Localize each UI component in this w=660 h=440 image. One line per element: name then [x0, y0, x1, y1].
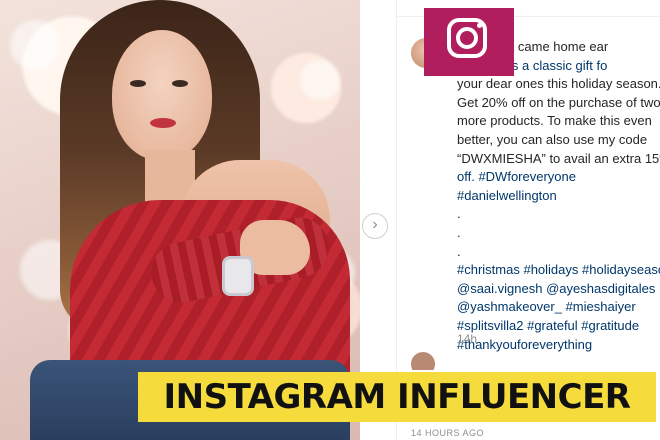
post-caption: r ✓ Santa came home ear ellington is a c… [457, 38, 660, 354]
left-eye [130, 80, 146, 87]
caption-line: “DWXMIESHA” to avail an extra 15% [457, 150, 660, 166]
caption-line: Get 20% off on the purchase of two [457, 94, 660, 110]
caption-hashtag-line[interactable]: #danielwellington [457, 188, 557, 203]
comment-avatar[interactable] [411, 352, 435, 370]
caption-hashtag-line[interactable]: #christmas #holidays #holidayseaso [457, 262, 660, 277]
caption-hashtag-line[interactable]: off. #DWforeveryone [457, 169, 576, 184]
caption-line: your dear ones this holiday season. [457, 76, 660, 92]
post-timestamp[interactable]: 14h [457, 332, 477, 346]
title-banner: INSTAGRAM INFLUENCER [138, 372, 656, 422]
caption-line: more products. To make this even [457, 113, 652, 129]
face [112, 30, 212, 160]
wrist-watch [222, 256, 254, 296]
logo-dot [477, 23, 482, 28]
caption-line: better, you can also use my code [457, 131, 648, 147]
time-ago: 14 HOURS AGO [411, 428, 485, 438]
lips [150, 118, 176, 128]
logo-lens [456, 27, 478, 49]
chevron-right-icon: › [372, 216, 378, 233]
caption-hashtag-line[interactable]: #splitsvilla2 #grateful #gratitude [457, 318, 639, 333]
caption-line: . [457, 243, 461, 259]
bokeh-light [300, 60, 340, 100]
caption-mention-line[interactable]: @saai.vignesh @ayeshasdigitales [457, 281, 655, 296]
caption-line: . [457, 224, 461, 240]
instagram-icon [424, 8, 514, 76]
bokeh-light [10, 20, 60, 70]
caption-mention-line[interactable]: @yashmakeover_ #mieshaiyer [457, 299, 636, 314]
next-photo-button[interactable]: › [362, 213, 388, 239]
comment-row [411, 350, 660, 370]
right-eye [172, 80, 188, 87]
caption-line: . [457, 206, 461, 222]
